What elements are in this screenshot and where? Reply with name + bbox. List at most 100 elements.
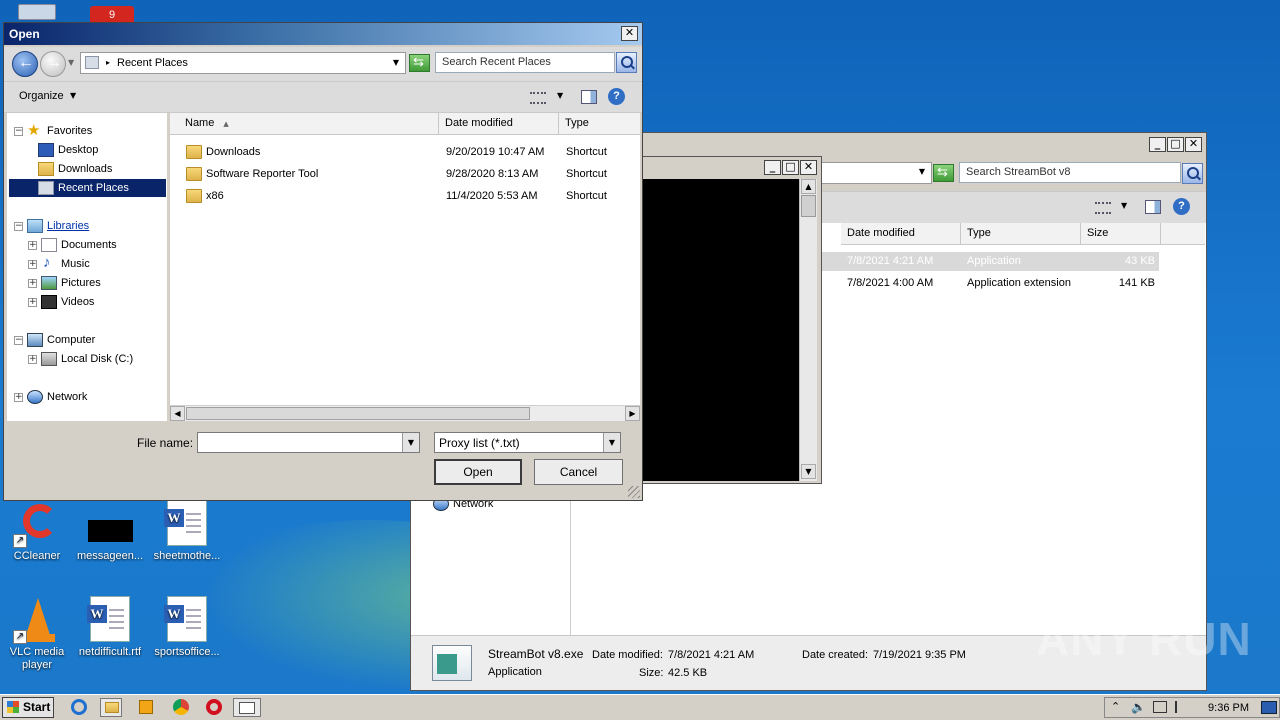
tree-item-music[interactable]: + Music — [28, 254, 90, 273]
scroll-right-icon[interactable]: ▶ — [625, 406, 640, 421]
console-scrollbar[interactable]: ▲ ▼ — [799, 179, 817, 481]
views-icon[interactable] — [530, 92, 546, 104]
desktop-icon-netdifficult[interactable]: netdifficult.rtf — [73, 596, 147, 658]
tree-item-computer[interactable]: − Computer — [14, 331, 95, 349]
chevron-down-icon[interactable]: ▼ — [393, 58, 399, 67]
expand-icon[interactable]: + — [28, 259, 37, 269]
media-player-icon[interactable] — [135, 698, 157, 717]
column-header-type[interactable]: Type — [559, 113, 640, 135]
desktop-icon-sheetmothe[interactable]: sheetmothe... — [150, 500, 224, 562]
file-type-select[interactable]: Proxy list (*.txt) ▼ — [434, 432, 621, 453]
scroll-down-icon[interactable]: ▼ — [801, 464, 816, 479]
console-taskbar-icon[interactable] — [233, 698, 261, 717]
dialog-titlebar[interactable]: Open ✕ — [4, 23, 642, 45]
minimize-icon[interactable]: _ — [764, 160, 781, 175]
table-row-selected[interactable]: 7/8/2021 4:21 AM Application 43 KB — [821, 252, 1159, 271]
help-icon[interactable]: ? — [1173, 198, 1190, 215]
column-header-date[interactable]: Date modified — [841, 223, 961, 245]
tree-item-favorites[interactable]: − Favorites — [14, 121, 92, 140]
cancel-button[interactable]: Cancel — [534, 459, 623, 485]
file-list-hscrollbar[interactable]: ◀ ▶ — [170, 405, 640, 421]
column-header-name[interactable]: Name ▲ — [170, 113, 439, 135]
chevron-down-icon[interactable]: ▼ — [919, 167, 925, 176]
preview-pane-icon[interactable] — [581, 90, 597, 104]
collapse-icon[interactable]: − — [14, 335, 23, 345]
back-button[interactable]: ← — [12, 51, 38, 77]
table-row[interactable]: Downloads 9/20/2019 10:47 AM Shortcut — [186, 143, 636, 162]
show-hidden-icons-icon[interactable]: ⌃ — [1111, 700, 1120, 713]
desktop-icon-label: VLC media player — [9, 646, 65, 671]
scroll-up-icon[interactable]: ▲ — [801, 179, 816, 194]
expand-icon[interactable]: + — [28, 278, 37, 288]
file-name-input[interactable]: ▼ — [197, 432, 420, 453]
column-header-size[interactable]: Size — [1081, 223, 1161, 245]
show-desktop-icon[interactable] — [1261, 701, 1277, 714]
scroll-thumb[interactable] — [186, 407, 530, 420]
close-icon[interactable]: ✕ — [1185, 137, 1202, 152]
chevron-down-icon[interactable]: ▼ — [70, 91, 76, 100]
breadcrumb[interactable]: Recent Places — [117, 57, 188, 69]
search-input[interactable]: Search Recent Places — [435, 52, 615, 73]
tree-item-local-disk[interactable]: + Local Disk (C:) — [28, 350, 133, 368]
chevron-down-icon[interactable]: ▼ — [557, 91, 563, 100]
table-row[interactable]: Software Reporter Tool 9/28/2020 8:13 AM… — [186, 165, 636, 184]
tree-item-libraries[interactable]: − Libraries — [14, 217, 89, 235]
collapse-icon[interactable]: − — [14, 126, 23, 136]
volume-icon[interactable]: 🔈 — [1131, 700, 1146, 714]
breadcrumb-chevron-icon[interactable]: ▸ — [106, 58, 110, 67]
chevron-down-icon[interactable]: ▼ — [603, 433, 620, 452]
refresh-icon[interactable] — [409, 54, 430, 72]
action-center-flag-icon[interactable] — [1175, 701, 1187, 713]
opera-icon[interactable] — [203, 698, 225, 717]
tree-item-documents[interactable]: + Documents — [28, 236, 117, 254]
expand-icon[interactable]: + — [14, 392, 23, 402]
collapse-icon[interactable]: − — [14, 221, 23, 231]
tree-item-recent-places[interactable]: Recent Places — [9, 179, 166, 197]
maximize-icon[interactable]: □ — [1167, 137, 1184, 152]
column-header-date[interactable]: Date modified — [439, 113, 559, 135]
resize-grip-icon[interactable] — [628, 486, 640, 498]
expand-icon[interactable]: + — [28, 297, 37, 307]
table-row[interactable]: 7/8/2021 4:00 AM Application extension 1… — [821, 274, 1159, 293]
ie-icon[interactable] — [68, 698, 90, 717]
clock[interactable]: 9:36 PM — [1208, 702, 1249, 714]
preview-pane-icon[interactable] — [1145, 200, 1161, 214]
close-icon[interactable]: ✕ — [800, 160, 817, 175]
scroll-thumb[interactable] — [801, 195, 816, 217]
expand-icon[interactable]: + — [28, 240, 37, 250]
tree-item-network[interactable]: + Network — [14, 388, 87, 406]
recycle-bin-icon[interactable] — [18, 4, 56, 20]
column-header-type[interactable]: Type — [961, 223, 1081, 245]
start-button[interactable]: Start — [2, 697, 54, 718]
search-icon[interactable] — [1182, 163, 1203, 184]
scroll-left-icon[interactable]: ◀ — [170, 406, 185, 421]
desktop-icon-vlc[interactable]: ↗ VLC media player — [0, 596, 74, 672]
explorer-taskbar-icon[interactable] — [100, 698, 122, 717]
chrome-icon[interactable] — [170, 698, 192, 717]
address-bar[interactable]: ▸ Recent Places ▼ — [80, 52, 406, 74]
desktop-icon-sportsoffice[interactable]: sportsoffice... — [150, 596, 224, 658]
explorer-search-input[interactable]: Search StreamBot v8 — [959, 162, 1181, 183]
search-icon[interactable] — [616, 52, 637, 73]
forward-button[interactable]: → — [40, 51, 66, 77]
desktop-icon-messageen[interactable]: messageen... — [73, 500, 147, 562]
tree-item-downloads[interactable]: Downloads — [38, 160, 112, 178]
history-chevron-icon[interactable]: ▼ — [68, 58, 74, 67]
refresh-icon[interactable] — [933, 164, 954, 182]
views-icon[interactable] — [1095, 202, 1111, 214]
network-status-icon[interactable] — [1153, 701, 1167, 713]
minimize-icon[interactable]: _ — [1149, 137, 1166, 152]
organize-button[interactable]: Organize — [19, 90, 64, 102]
desktop-icon-ccleaner[interactable]: ↗ CCleaner — [0, 500, 74, 562]
chevron-down-icon[interactable]: ▼ — [402, 433, 419, 452]
expand-icon[interactable]: + — [28, 354, 37, 364]
maximize-icon[interactable]: □ — [782, 160, 799, 175]
close-icon[interactable]: ✕ — [621, 26, 638, 41]
chevron-down-icon[interactable]: ▼ — [1121, 201, 1127, 210]
open-button[interactable]: Open — [434, 459, 522, 485]
tree-item-desktop[interactable]: Desktop — [38, 141, 98, 159]
tree-item-pictures[interactable]: + Pictures — [28, 274, 101, 292]
help-icon[interactable]: ? — [608, 88, 625, 105]
table-row[interactable]: x86 11/4/2020 5:53 AM Shortcut — [186, 187, 636, 206]
tree-item-videos[interactable]: + Videos — [28, 293, 94, 311]
